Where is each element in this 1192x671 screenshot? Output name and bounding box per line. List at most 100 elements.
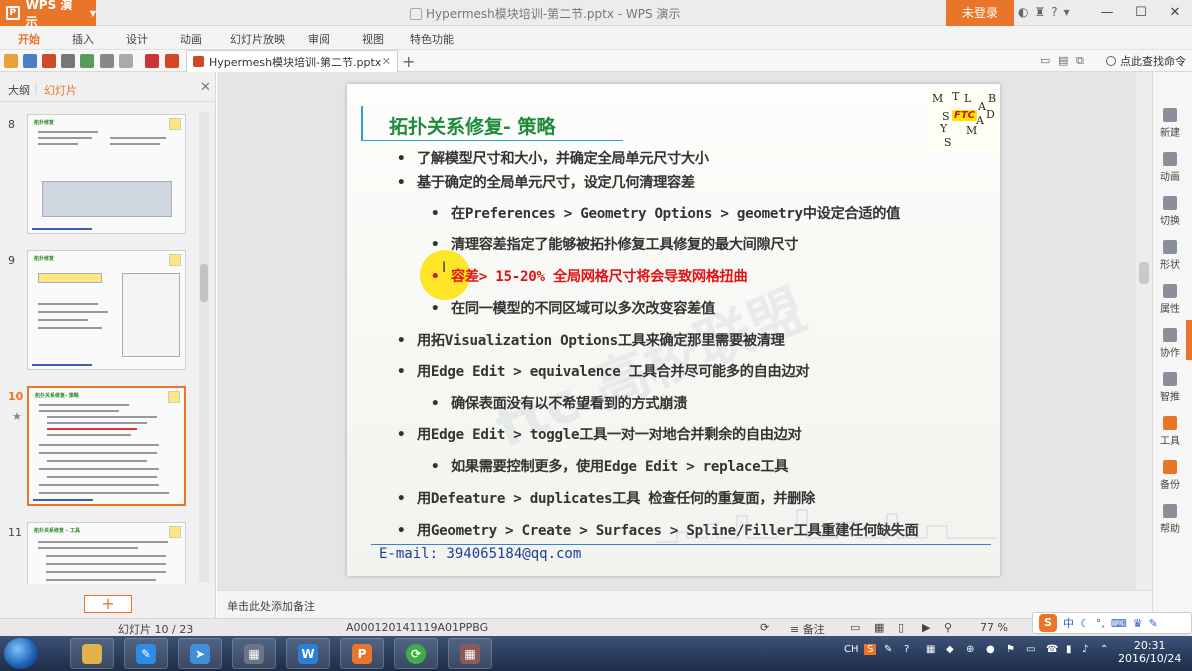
slide-thumbnail-8[interactable]: 拓扑修复	[27, 114, 186, 234]
save-icon[interactable]	[23, 54, 37, 68]
normal-view-icon[interactable]: ▭	[850, 621, 860, 634]
explorer-taskbar-button[interactable]	[70, 638, 114, 669]
tools-button[interactable]: 工具	[1153, 416, 1187, 447]
ime-toolbar[interactable]: S 中 ☾ °, ⌨ ♛ ✎	[1032, 612, 1192, 634]
shirt-icon[interactable]: ♜	[1034, 5, 1045, 19]
bird-taskbar-button[interactable]: ➤	[178, 638, 222, 669]
backup-button[interactable]: 备份	[1153, 460, 1187, 491]
app-menu-button[interactable]: P WPS 演示 ▼	[0, 0, 96, 29]
notes-toggle[interactable]: ≡ 备注	[790, 621, 825, 637]
wps-writer-taskbar-button[interactable]: W	[286, 638, 330, 669]
system-clock[interactable]: 20:31 2016/10/24	[1118, 639, 1181, 665]
current-slide[interactable]: ftc 高校联盟 拓扑关系修复- 策略 M T L A B S A D Y M …	[347, 84, 1000, 576]
protect-icon[interactable]: ⟳	[760, 621, 769, 634]
properties-tool-button[interactable]: 属性	[1153, 284, 1187, 315]
new-tool-button[interactable]: 新建	[1153, 108, 1187, 139]
recorder-taskbar-button[interactable]: ⟳	[394, 638, 438, 669]
wps-presentation-taskbar-button[interactable]: P	[340, 638, 384, 669]
print-icon[interactable]	[61, 54, 75, 68]
keyboard-icon[interactable]: ⌨	[1111, 617, 1127, 630]
bullet-item[interactable]: • 用Edge Edit > equivalence 工具合并尽可能多的自由边对	[397, 361, 810, 381]
help-icon[interactable]: ?	[1051, 5, 1057, 19]
monitor-tray-icon[interactable]: ▭	[1026, 644, 1035, 655]
wps-w-icon[interactable]	[165, 54, 179, 68]
document-tab[interactable]: Hypermesh模块培训-第二节.pptx ✕	[186, 50, 398, 72]
network-tray-icon[interactable]: ⊕	[966, 644, 974, 655]
open-folder-icon[interactable]	[4, 54, 18, 68]
thumbnail-list[interactable]: 8 拓扑修复 9 拓扑修复 10 拓扑关系修复- 策略 11 拓扑关系修复 – …	[0, 104, 198, 584]
bullet-item[interactable]: • 了解模型尺寸和大小，并确定全局单元尺寸大小	[397, 148, 709, 168]
volume-tray-icon[interactable]: ♪	[1082, 644, 1088, 655]
menu-item-features[interactable]: 特色功能	[410, 31, 454, 47]
pen-tray-icon[interactable]: ✎	[884, 644, 892, 655]
hyperview-taskbar-button[interactable]: ▦	[448, 638, 492, 669]
bullet-item[interactable]: • 用拓Visualization Options工具来确定那里需要被清理	[397, 330, 785, 350]
wrench-icon[interactable]: ✎	[1149, 617, 1158, 630]
scroll-thumb[interactable]	[200, 264, 208, 302]
menu-item-slideshow[interactable]: 幻灯片放映	[230, 31, 285, 47]
bullet-item[interactable]: • 如果需要控制更多，使用Edge Edit > replace工具	[431, 456, 788, 476]
phone-tray-icon[interactable]: ☎	[1046, 644, 1058, 655]
canvas-scrollbar[interactable]	[1136, 72, 1152, 590]
moon-icon[interactable]: ☾	[1080, 617, 1090, 630]
add-slide-button[interactable]: +	[84, 595, 132, 613]
login-button[interactable]: 未登录	[946, 0, 1014, 26]
restore-icon[interactable]: ⧉	[1076, 54, 1084, 68]
layout-icon[interactable]: ▭	[1040, 54, 1050, 67]
bullet-item[interactable]: • 在同一模型的不同区域可以多次改变容差值	[431, 298, 715, 318]
slide-thumbnail-10[interactable]: 拓扑关系修复- 策略	[27, 386, 186, 506]
tile-icon[interactable]: ▤	[1058, 54, 1068, 67]
slide-thumbnail-11[interactable]: 拓扑关系修复 – 工具	[27, 522, 186, 584]
sogou-tray-icon[interactable]: S	[864, 644, 877, 655]
sorter-view-icon[interactable]: ▦	[874, 621, 884, 634]
new-tab-icon[interactable]: +	[402, 52, 415, 71]
print-preview-icon[interactable]	[80, 54, 94, 68]
slide-title[interactable]: 拓扑关系修复- 策略	[389, 112, 556, 139]
minimize-button[interactable]: —	[1090, 0, 1124, 26]
security-tray-icon[interactable]: ●	[986, 644, 995, 655]
skin-icon[interactable]: ◐	[1018, 5, 1028, 19]
command-search[interactable]: 点此查找命令	[1106, 53, 1186, 69]
bullet-item[interactable]: • 用Edge Edit > toggle工具一对一对地合并剩余的自由边对	[397, 424, 802, 444]
panel-close-icon[interactable]: ✕	[200, 80, 211, 95]
tab-close-icon[interactable]: ✕	[382, 55, 391, 68]
dropdown-icon[interactable]: ▾	[1064, 5, 1070, 19]
check-icon[interactable]	[145, 54, 159, 68]
input-language[interactable]: CH	[844, 644, 859, 655]
menu-item-animation[interactable]: 动画	[180, 31, 202, 47]
menu-item-design[interactable]: 设计	[126, 31, 148, 47]
hypermesh-taskbar-button[interactable]: ▦	[232, 638, 276, 669]
smart-tool-button[interactable]: 智推	[1153, 372, 1187, 403]
close-button[interactable]: ✕	[1158, 0, 1192, 26]
menu-item-insert[interactable]: 插入	[72, 31, 94, 47]
export-pdf-icon[interactable]	[42, 54, 56, 68]
scroll-thumb[interactable]	[1139, 262, 1149, 284]
animation-tool-button[interactable]: 动画	[1153, 152, 1187, 183]
signal-tray-icon[interactable]: ▮	[1066, 644, 1072, 655]
bullet-item[interactable]: • 在Preferences > Geometry Options > geome…	[431, 203, 900, 223]
maximize-button[interactable]: ☐	[1124, 0, 1158, 26]
shape-tool-button[interactable]: 形状	[1153, 240, 1187, 271]
redo-icon[interactable]	[119, 54, 133, 68]
tab-slides[interactable]: 幻灯片	[44, 82, 77, 98]
undo-icon[interactable]	[100, 54, 114, 68]
show-hidden-icon[interactable]: ⌃	[1100, 644, 1108, 655]
help-tray-icon[interactable]: ?	[904, 644, 909, 655]
help-button[interactable]: 帮助	[1153, 504, 1187, 535]
menu-item-view[interactable]: 视图	[362, 31, 384, 47]
bullet-item[interactable]: • 基于确定的全局单元尺寸，设定几何清理容差	[397, 172, 695, 192]
bullet-item[interactable]: • 清理容差指定了能够被拓扑修复工具修复的最大间隙尺寸	[431, 234, 799, 254]
slide-thumbnail-9[interactable]: 拓扑修复	[27, 250, 186, 370]
reading-view-icon[interactable]: ▯	[898, 621, 904, 634]
zoom-menu-icon[interactable]: ⚲	[944, 621, 952, 634]
notes-area[interactable]: 单击此处添加备注	[217, 590, 1152, 618]
menu-item-review[interactable]: 审阅	[308, 31, 330, 47]
collaborate-tool-button[interactable]: 协作	[1153, 328, 1187, 359]
ime-language[interactable]: 中	[1063, 615, 1074, 631]
flag-tray-icon[interactable]: ⚑	[1006, 644, 1015, 655]
tab-outline[interactable]: 大纲	[8, 82, 30, 98]
notes-taskbar-button[interactable]: ✎	[124, 638, 168, 669]
start-button[interactable]	[4, 638, 38, 669]
bullet-item-warning[interactable]: • 容差> 15-20% 全局网格尺寸将会导致网格扭曲	[431, 266, 748, 286]
punctuation-icon[interactable]: °,	[1096, 617, 1105, 630]
